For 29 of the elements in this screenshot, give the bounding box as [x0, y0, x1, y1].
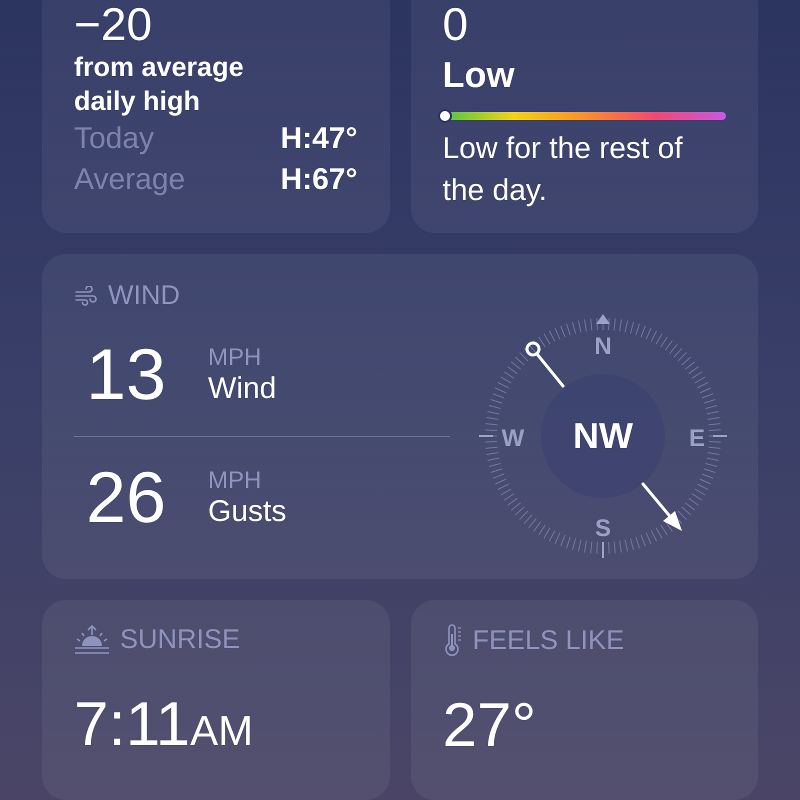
uv-index: 0	[442, 0, 470, 48]
wind-speed: 13	[86, 334, 168, 416]
temperature-difference: −20	[74, 0, 154, 48]
sunrise-icon	[74, 624, 110, 654]
row-value: H:67°	[280, 162, 358, 198]
row-label: Average	[74, 162, 186, 198]
wind-icon	[74, 286, 98, 306]
sunrise-time: 7:11	[74, 690, 190, 759]
feels-like-temperature: 27°	[442, 690, 538, 761]
card-title: FEELS LIKE	[472, 624, 624, 656]
time-suffix: AM	[190, 707, 254, 754]
row-value: H:47°	[280, 121, 358, 157]
card-title: SUNRISE	[120, 624, 240, 655]
wind-speed: 26	[86, 456, 168, 538]
caption: from average daily high	[74, 51, 245, 118]
compass-label: E	[689, 425, 705, 452]
thermometer-icon	[442, 624, 462, 656]
wind-direction: NW	[573, 415, 633, 456]
card-title: WIND	[108, 280, 180, 311]
uv-description: Low for the rest of the day.	[442, 131, 684, 209]
compass-label: S	[595, 515, 611, 542]
row-label: Today	[74, 121, 154, 157]
reading-label: Wind	[208, 372, 276, 406]
unit-label: MPH	[208, 466, 262, 494]
compass-label: N	[594, 333, 612, 360]
uv-level: Low	[442, 54, 516, 96]
compass-label: W	[502, 425, 524, 452]
unit-label: MPH	[208, 344, 262, 372]
reading-label: Gusts	[208, 494, 286, 528]
